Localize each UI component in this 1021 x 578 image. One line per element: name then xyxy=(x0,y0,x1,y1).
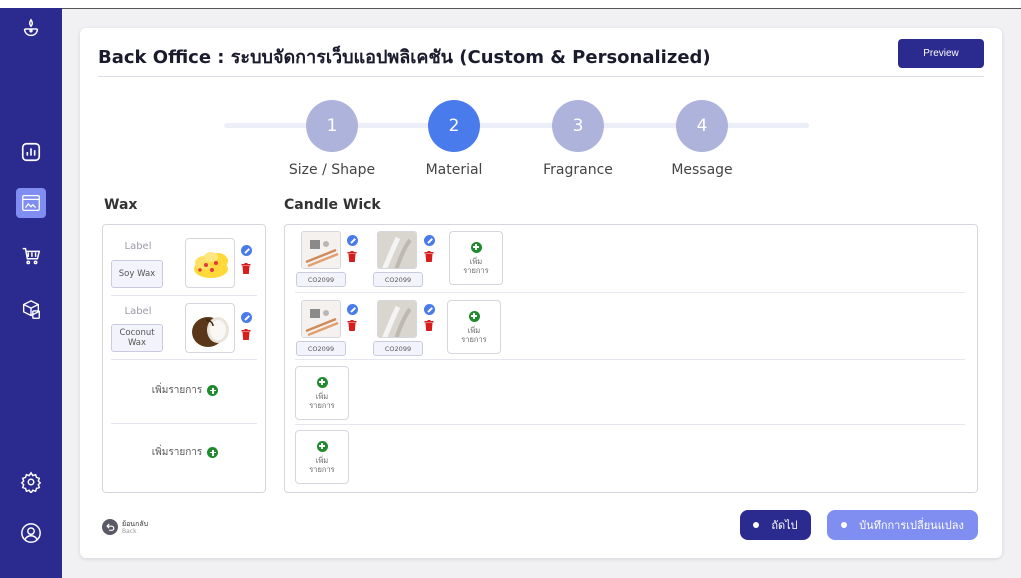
edit-icon[interactable] xyxy=(347,304,358,315)
delete-trash-icon[interactable] xyxy=(424,320,434,331)
step-label: Size / Shape xyxy=(288,162,376,178)
step-number: 2 xyxy=(428,100,480,152)
wick-item-image xyxy=(377,231,417,269)
wax-item-name[interactable]: Soy Wax xyxy=(111,260,163,288)
add-wick-item-tile[interactable]: เพิ่ม รายการ xyxy=(295,430,349,484)
delete-trash-icon[interactable] xyxy=(241,329,251,340)
step-message[interactable]: 4 Message xyxy=(642,100,762,178)
wick-item-image xyxy=(301,231,341,269)
add-wax-item[interactable]: เพิ่มรายการ xyxy=(103,445,267,460)
user-profile-icon[interactable] xyxy=(16,518,46,548)
cart-icon[interactable] xyxy=(16,241,46,271)
back-button[interactable]: ย้อนกลับ Back xyxy=(102,519,148,535)
plus-icon xyxy=(470,241,482,253)
settings-gear-icon[interactable] xyxy=(16,467,46,497)
add-wick-item-tile[interactable]: เพิ่ม รายการ xyxy=(295,366,349,420)
back-sublabel: Back xyxy=(122,527,137,535)
add-label: เพิ่มรายการ xyxy=(151,385,203,396)
plus-icon xyxy=(207,385,219,396)
save-changes-button[interactable]: บันทึกการเปลี่ยนแปลง xyxy=(827,510,978,540)
plus-icon xyxy=(316,376,328,388)
dashboard-chart-icon[interactable] xyxy=(16,137,46,167)
wick-item-code[interactable]: CO2099 xyxy=(296,341,346,356)
add-label: เพิ่ม รายการ xyxy=(463,256,489,275)
next-button[interactable]: ถัดไป xyxy=(740,510,811,540)
wick-item-image xyxy=(301,300,341,338)
delete-trash-icon[interactable] xyxy=(347,320,357,331)
wick-item-code[interactable]: CO2099 xyxy=(373,341,423,356)
wick-item-code[interactable]: CO2099 xyxy=(296,272,346,287)
divider xyxy=(111,359,257,360)
next-label: ถัดไป xyxy=(771,519,798,532)
soy-wax-image xyxy=(185,238,235,288)
delete-trash-icon[interactable] xyxy=(424,251,434,262)
delete-trash-icon[interactable] xyxy=(347,251,357,262)
plus-icon xyxy=(468,310,480,322)
wax-item-label: Label xyxy=(124,241,152,252)
sidebar xyxy=(0,8,62,578)
plus-icon xyxy=(207,447,219,458)
divider xyxy=(111,295,257,296)
step-label: Material xyxy=(425,162,483,178)
web-app-icon[interactable] xyxy=(16,188,46,218)
divider xyxy=(295,424,965,425)
coconut-wax-image xyxy=(185,303,235,353)
edit-icon[interactable] xyxy=(241,312,252,323)
delete-trash-icon[interactable] xyxy=(241,263,251,274)
plus-icon xyxy=(316,440,328,452)
main-card: Back Office : ระบบจัดการเว็บแอปพลิเคชัน … xyxy=(80,28,1002,558)
step-number: 3 xyxy=(552,100,604,152)
edit-icon[interactable] xyxy=(424,304,435,315)
wick-section-title: Candle Wick xyxy=(284,197,381,213)
add-wax-item[interactable]: เพิ่มรายการ xyxy=(103,383,267,398)
dot-icon xyxy=(841,522,848,528)
wax-item-label: Label xyxy=(124,306,152,317)
divider xyxy=(295,359,965,360)
wax-section-title: Wax xyxy=(104,197,138,213)
page-title: Back Office : ระบบจัดการเว็บแอปพลิเคชัน … xyxy=(98,47,711,68)
wick-panel: CO2099 CO2099 เพิ่ม รายการ CO2099 CO2099… xyxy=(284,224,978,493)
step-size-shape[interactable]: 1 Size / Shape xyxy=(272,100,392,178)
preview-button[interactable]: Preview xyxy=(898,39,984,68)
add-wick-item-tile[interactable]: เพิ่ม รายการ xyxy=(447,300,501,354)
add-label: เพิ่มรายการ xyxy=(151,447,203,458)
candle-logo-icon xyxy=(16,14,46,44)
add-label: เพิ่ม รายการ xyxy=(309,391,335,410)
wick-item-image xyxy=(377,300,417,338)
step-label: Message xyxy=(671,162,733,178)
dot-icon xyxy=(753,522,760,528)
edit-icon[interactable] xyxy=(241,245,252,256)
edit-icon[interactable] xyxy=(424,235,435,246)
step-number: 4 xyxy=(676,100,728,152)
step-number: 1 xyxy=(306,100,358,152)
add-label: เพิ่ม รายการ xyxy=(309,455,335,474)
back-arrow-icon xyxy=(102,519,118,535)
step-label: Fragrance xyxy=(543,162,613,178)
title-divider xyxy=(98,76,984,77)
divider xyxy=(295,292,965,293)
back-label: ย้อนกลับ xyxy=(122,519,149,528)
divider xyxy=(111,423,257,424)
wick-item-code[interactable]: CO2099 xyxy=(373,272,423,287)
save-label: บันทึกการเปลี่ยนแปลง xyxy=(859,519,964,532)
edit-icon[interactable] xyxy=(347,235,358,246)
add-wick-item-tile[interactable]: เพิ่ม รายการ xyxy=(449,231,503,285)
wax-panel: Label Soy Wax Label Coconut Wax เพิ่มราย… xyxy=(102,224,266,493)
step-fragrance[interactable]: 3 Fragrance xyxy=(518,100,638,178)
step-material[interactable]: 2 Material xyxy=(394,100,514,178)
add-label: เพิ่ม รายการ xyxy=(461,325,487,344)
wax-item-name[interactable]: Coconut Wax xyxy=(111,324,163,352)
inventory-box-icon[interactable] xyxy=(16,295,46,325)
